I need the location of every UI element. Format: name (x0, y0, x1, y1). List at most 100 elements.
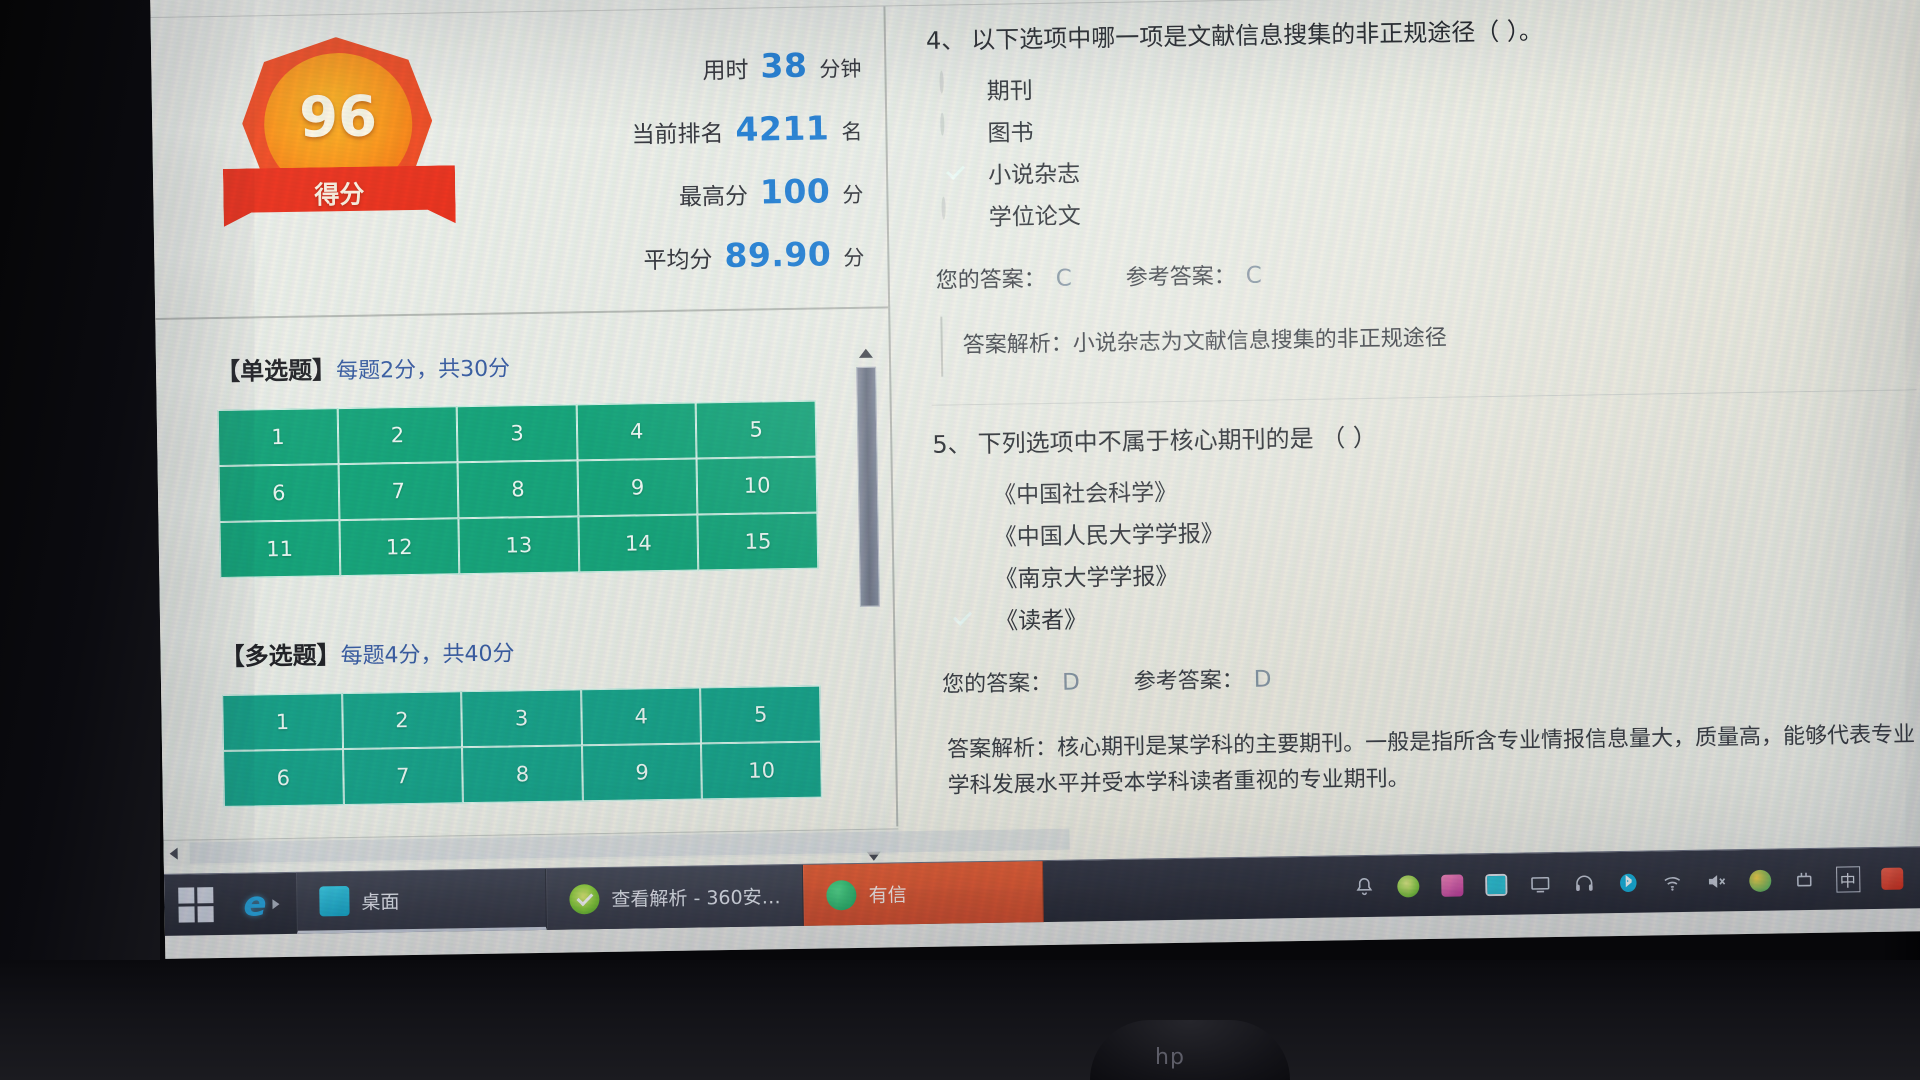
stat-label: 用时 (702, 57, 749, 85)
question-text: 以下选项中哪一项是文献信息搜集的非正规途径（ ）。 (971, 17, 1544, 55)
your-answer-label: 您的答案： (941, 670, 1053, 698)
question-number-cell[interactable]: 8 (457, 460, 579, 519)
monitor-icon[interactable] (1527, 871, 1553, 897)
question-number-cell[interactable]: 9 (581, 743, 703, 802)
check-circle-icon[interactable] (945, 602, 980, 637)
option-label: 期刊 (986, 77, 1033, 105)
section-title-bracket: 【单选题】 (215, 356, 337, 387)
taskbar-item-360-browser[interactable]: 查看解析 - 360安… (545, 864, 805, 930)
chevron-right-icon (272, 898, 280, 909)
question-number-cell[interactable]: 5 (696, 400, 817, 459)
question-number-cell[interactable]: 6 (223, 749, 344, 807)
ime-chinese-icon[interactable]: 中 (1835, 865, 1861, 893)
radio-unselected-icon[interactable] (937, 112, 972, 149)
score-badge: 96 得分 (211, 23, 474, 242)
answer-explanation: 答案解析：小说杂志为文献信息搜集的非正规途径 (940, 301, 1917, 377)
question-number-cell[interactable]: 7 (338, 462, 459, 521)
question-number-cell[interactable]: 4 (576, 402, 697, 461)
taskbar-item-label: 桌面 (361, 890, 400, 914)
question-number-cell[interactable]: 8 (462, 745, 583, 804)
taskbar-item-desktop[interactable]: 桌面 (295, 868, 547, 934)
question-number-cell[interactable]: 7 (342, 747, 464, 806)
radio-unselected-icon[interactable] (943, 476, 978, 511)
taskbar-item-label: 查看解析 - 360安… (611, 886, 781, 911)
radio-unselected-icon[interactable] (943, 518, 978, 553)
photographed-monitor: 天津市人 天津师范 (0, 0, 1920, 1080)
question-block-4: 4、 以下选项中哪一项是文献信息搜集的非正规途径（ ）。 期刊 图书 小说杂志 … (926, 8, 1917, 377)
check-circle-icon[interactable] (938, 156, 973, 191)
question-number-cell[interactable]: 4 (580, 687, 702, 746)
stat-label: 平均分 (643, 247, 713, 275)
question-number-cell[interactable]: 10 (696, 456, 818, 515)
question-number-cell[interactable]: 6 (218, 464, 340, 522)
question-number-cell[interactable]: 9 (577, 458, 698, 517)
question-number-cell[interactable]: 14 (578, 514, 699, 573)
question-text: 下列选项中不属于核心期刊的是 （ ） (977, 423, 1378, 459)
pink-app-icon[interactable] (1439, 872, 1465, 898)
volume-mute-icon[interactable] (1703, 868, 1729, 894)
vertical-scrollbar-thumb[interactable] (856, 366, 880, 607)
question-number-cell[interactable]: 10 (701, 741, 822, 800)
monitor-bezel-left (0, 0, 160, 1080)
radio-unselected-icon[interactable] (944, 560, 979, 595)
your-answer: 您的答案： D (942, 664, 1080, 698)
option-label: 《中国社会科学》 (992, 479, 1178, 509)
question-number-cell[interactable]: 2 (341, 691, 463, 750)
internet-explorer-launcher[interactable]: e (226, 873, 297, 935)
360-guard-icon[interactable] (1395, 873, 1421, 899)
stat-unit: 分 (843, 245, 865, 271)
vertical-scrollbar[interactable] (853, 344, 886, 865)
question-number-cell[interactable]: 13 (458, 516, 580, 575)
start-button[interactable] (164, 874, 227, 936)
score-value: 96 (298, 84, 378, 151)
section-title-bracket: 【多选题】 (220, 641, 341, 671)
question-number-cell[interactable]: 3 (461, 689, 582, 748)
question-number-cell[interactable]: 1 (222, 693, 343, 751)
taskbar-item-chat[interactable]: 有信 (803, 861, 1045, 926)
question-stem: 4、 以下选项中哪一项是文献信息搜集的非正规途径（ ）。 (926, 8, 1911, 58)
section-title-sub: 每题4分，共40分 (340, 641, 515, 670)
internet-explorer-icon: e (243, 883, 267, 925)
bluetooth-icon[interactable] (1615, 869, 1641, 895)
option-list: 《中国社会科学》 《中国人民大学学报》 《南京大学学报》 《读者》 (933, 457, 1920, 640)
stat-value: 89.90 (724, 234, 832, 276)
section-title: 【单选题】每题2分，共30分 (216, 342, 836, 387)
power-plug-icon[interactable] (1791, 866, 1817, 892)
notification-bell-icon[interactable] (1351, 873, 1377, 899)
question-number-cell[interactable]: 3 (456, 404, 578, 463)
stat-unit: 分 (842, 182, 864, 208)
system-tray[interactable]: 中 2 (1336, 847, 1920, 918)
option-label: 图书 (987, 119, 1034, 147)
scroll-up-arrow-icon[interactable] (858, 348, 873, 358)
question-number-cell[interactable]: 15 (697, 512, 819, 571)
question-number-cell[interactable]: 12 (339, 518, 460, 577)
red-app-icon[interactable] (1879, 865, 1905, 891)
desktop-icon (319, 885, 350, 917)
question-number-cell[interactable]: 2 (337, 406, 458, 465)
stat-row-highest: 最高分 100 分 (503, 171, 864, 216)
radio-unselected-icon[interactable] (936, 70, 971, 107)
your-answer-value: C (1055, 265, 1073, 292)
section-title: 【多选题】每题4分，共40分 (220, 627, 840, 672)
question-number-cell[interactable]: 11 (219, 520, 340, 578)
taskbar-item-label: 有信 (868, 884, 907, 907)
teal-square-icon[interactable] (1483, 871, 1509, 897)
headphones-icon[interactable] (1571, 870, 1597, 896)
question-number-grid-single[interactable]: 1 2 3 4 5 6 7 8 9 10 11 12 13 14 15 (216, 399, 820, 579)
your-answer: 您的答案： C (935, 260, 1072, 294)
laptop-hinge (1090, 1020, 1290, 1080)
explanation-text: 小说杂志为文献信息搜集的非正规途径 (1072, 325, 1447, 357)
question-number-cell[interactable]: 5 (700, 685, 821, 744)
reference-answer-value: D (1253, 666, 1272, 693)
scroll-left-arrow-icon[interactable] (169, 847, 178, 860)
yellow-circle-icon[interactable] (1747, 867, 1773, 893)
question-number-grid-multi[interactable]: 1 2 3 4 5 6 7 8 9 10 (221, 684, 823, 808)
wifi-icon[interactable] (1659, 869, 1685, 895)
radio-unselected-icon[interactable] (938, 196, 973, 233)
question-number: 5、 (932, 430, 972, 459)
stat-unit: 分钟 (819, 56, 862, 82)
question-number-cell[interactable]: 1 (217, 408, 339, 466)
option-label: 《读者》 (994, 607, 1088, 635)
answer-explanation: 答案解析：核心期刊是某学科的主要期刊。一般是指所含专业情报信息量大，质量高，能够… (947, 705, 1920, 817)
screen-content: 天津市人 天津师范 (150, 0, 1920, 959)
